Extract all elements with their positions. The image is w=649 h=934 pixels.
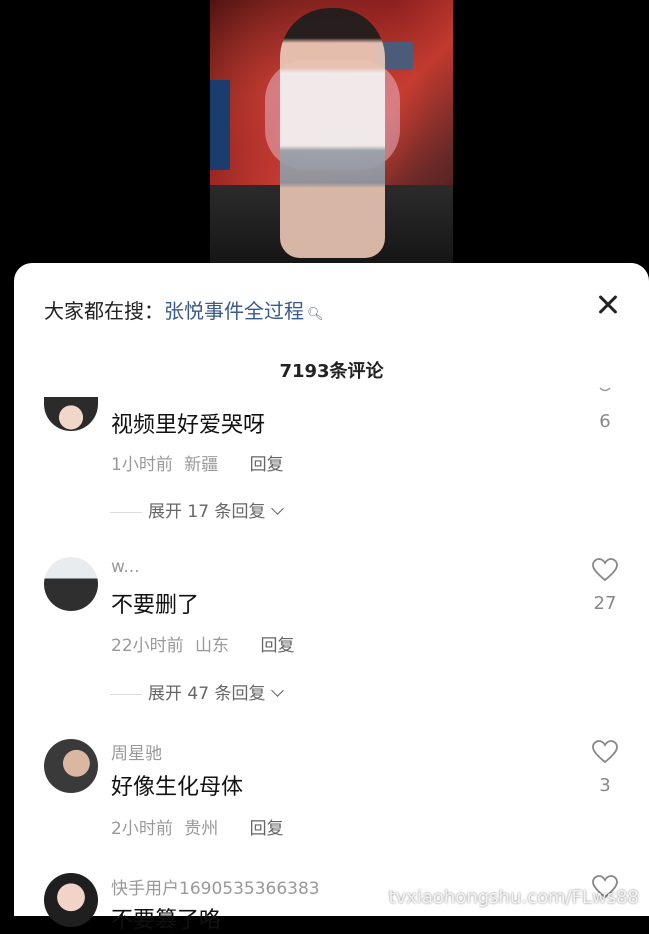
reply-button[interactable]: 回复 [250, 819, 284, 839]
comment-meta: 2小时前 贵州 回复 [111, 814, 284, 839]
expand-replies-button[interactable]: 展开 17 条回复 [110, 497, 285, 522]
comments-sheet: 大家都在搜：张悦事件全过程 🔍︎ 7193条评论 视频里好爱哭呀 1小时前 新疆 … [14, 263, 649, 933]
search-suggestion-prefix: 大家都在搜： [44, 299, 164, 323]
comment-location: 贵州 [184, 819, 219, 839]
reply-button[interactable]: 回复 [250, 455, 284, 475]
avatar[interactable] [44, 557, 98, 611]
expand-replies-label: 展开 17 条回复 [148, 502, 266, 522]
chevron-down-icon [271, 502, 285, 515]
search-icon: 🔍︎ [307, 307, 324, 322]
comment-text: 不要篡了咯 [111, 908, 222, 933]
like-count: 3 [599, 775, 611, 796]
comment-count: 7193条评论 [279, 361, 384, 382]
video-person [280, 8, 385, 258]
comment-time: 2小时前 [111, 819, 173, 839]
comment-text: 不要删了 [111, 593, 200, 618]
reply-button[interactable]: 回复 [260, 636, 294, 656]
divider-line [110, 511, 142, 513]
like-count: 6 [599, 411, 611, 432]
heart-icon [592, 740, 618, 764]
close-icon[interactable] [597, 293, 619, 315]
comment-meta: 1小时前 新疆 回复 [111, 450, 284, 475]
comment-text: 视频里好爱哭呀 [111, 413, 266, 438]
expand-replies-label: 展开 47 条回复 [148, 684, 266, 704]
comment-location: 新疆 [184, 455, 219, 475]
video-monitor [210, 80, 230, 170]
comment-username[interactable]: 周星驰 [111, 739, 162, 764]
watermark: tvxiaohongshu.com/FLws88 [388, 887, 639, 908]
expand-replies-button[interactable]: 展开 47 条回复 [110, 679, 285, 704]
comment-username[interactable]: w... [111, 557, 140, 577]
comment-location: 山东 [195, 636, 230, 656]
search-suggestion[interactable]: 大家都在搜：张悦事件全过程 🔍︎ [44, 295, 324, 324]
search-suggestion-keyword[interactable]: 张悦事件全过程 [164, 299, 304, 323]
heart-icon [592, 558, 618, 582]
like-button[interactable] [590, 740, 620, 764]
like-button[interactable] [590, 387, 620, 393]
heart-icon [599, 387, 611, 392]
comment-text: 好像生化母体 [111, 775, 244, 800]
avatar[interactable] [44, 739, 98, 793]
like-count: 27 [593, 593, 617, 614]
avatar[interactable] [44, 397, 98, 431]
divider-line [110, 693, 142, 695]
chevron-down-icon [271, 684, 285, 697]
avatar[interactable] [44, 873, 98, 927]
comment-username[interactable]: 快手用户1690535366383 [111, 874, 320, 899]
comment-time: 22小时前 [111, 636, 184, 656]
comment-meta: 22小时前 山东 回复 [111, 631, 294, 656]
comment-time: 1小时前 [111, 455, 173, 475]
video-player[interactable] [210, 0, 453, 270]
like-button[interactable] [590, 558, 620, 582]
